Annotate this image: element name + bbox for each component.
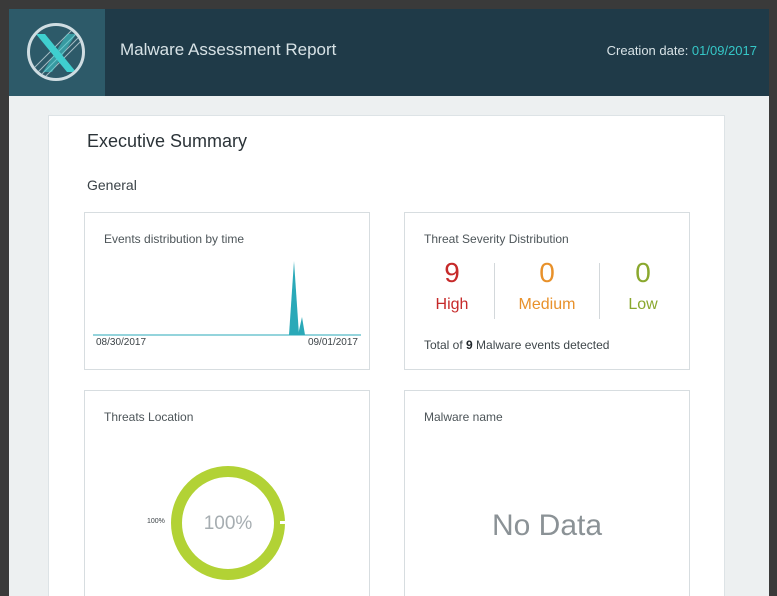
severity-medium: 0 Medium [500,258,594,314]
events-distribution-card: Events distribution by time 08/30/2017 0… [84,212,370,370]
creation-date-value: 01/09/2017 [691,43,757,58]
severity-low-count: 0 [635,257,651,288]
malware-name-card: Malware name No Data [404,390,690,596]
severity-high-count: 9 [444,257,460,288]
app-title: Malware Assessment Report [120,40,337,59]
threats-location-card: Threats Location 100% 100% [84,390,370,596]
severity-low-label: Low [628,296,658,313]
events-distribution-chart [93,261,361,336]
donut-legend-value: 100% [147,518,165,525]
severity-divider [494,263,495,319]
no-data-text: No Data [491,509,603,542]
executive-summary-title: Executive Summary [87,131,248,151]
events-start-date: 08/30/2017 [96,337,147,348]
total-count: 9 [466,338,473,352]
total-prefix: Total of [424,338,467,352]
events-end-date: 09/01/2017 [307,337,358,348]
report-viewport: Malware Assessment Report Creation date:… [9,9,769,596]
severity-medium-label: Medium [518,296,576,313]
severity-high: 9 High [405,258,499,314]
events-chart-spike-small [298,317,305,335]
location-card-title: Threats Location [104,410,194,424]
events-chart-spike-main [289,261,299,335]
report-header: Malware Assessment Report Creation date:… [9,9,769,96]
total-events-text: Total of 9 Malware events detected [424,338,609,352]
donut-center-value: 100% [203,513,253,534]
severity-low: 0 Low [596,258,690,314]
logo-box [9,9,105,96]
severity-medium-count: 0 [539,257,555,288]
creation-date-label: Creation date: [606,43,692,58]
creation-date-text: Creation date: 01/09/2017 [607,43,757,58]
events-card-title: Events distribution by time [104,232,245,246]
general-section-title: General [87,177,137,193]
total-suffix: Malware events detected [472,338,610,352]
threat-severity-card: Threat Severity Distribution 9 High 0 Me… [404,212,690,370]
malware-card-title: Malware name [424,410,503,424]
severity-card-title: Threat Severity Distribution [424,232,569,246]
report-panel: Executive Summary General Events distrib… [48,115,725,596]
logo-x-icon [27,23,85,81]
severity-high-label: High [435,296,469,313]
